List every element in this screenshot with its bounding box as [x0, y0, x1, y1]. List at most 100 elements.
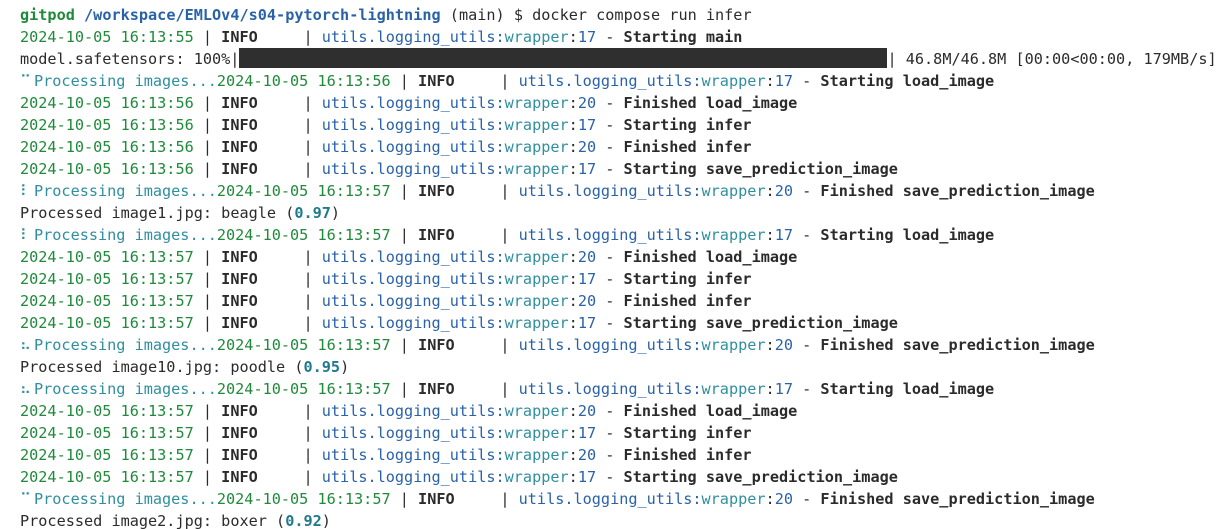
log-function: wrapper [504, 468, 569, 486]
log-module: utils.logging_utils: [321, 424, 505, 442]
log-level: INFO [221, 160, 258, 178]
log-timestamp: 2024-10-05 16:13:57 [216, 336, 391, 354]
colon: : [765, 72, 775, 90]
colon: : [568, 314, 578, 332]
log-state: Finished [820, 490, 894, 508]
colon: : [568, 248, 578, 266]
log-target: save_prediction_image [902, 182, 1095, 200]
log-function: wrapper [504, 248, 569, 266]
separator: - [596, 116, 624, 134]
result-label: poodle [230, 358, 286, 376]
log-level: INFO [221, 28, 258, 46]
log-function: wrapper [504, 424, 569, 442]
log-target: infer [705, 138, 752, 156]
log-state: Starting [623, 468, 697, 486]
result-file: image1.jpg [111, 204, 203, 222]
colon: : [765, 336, 775, 354]
colon: : [765, 380, 775, 398]
spinner-icon: ⠦ [20, 380, 32, 398]
log-lineno: 20 [774, 336, 793, 354]
colon: : [568, 270, 578, 288]
log-line: 2024-10-05 16:13:56 | INFO | utils.loggi… [20, 92, 797, 114]
log-target: load_image [705, 248, 798, 266]
download-progress-line: model.safetensors: 100%| | 46.8M/46.8M [0… [20, 48, 1217, 70]
colon: : [568, 94, 578, 112]
log-target: infer [705, 270, 752, 288]
separator: | [390, 72, 419, 90]
log-lineno: 17 [577, 116, 597, 134]
log-target: load_image [705, 94, 798, 112]
separator: | [390, 336, 419, 354]
log-line: 2024-10-05 16:13:57 | INFO | utils.loggi… [20, 400, 797, 422]
log-target: infer [705, 292, 752, 310]
separator: - [792, 490, 821, 508]
log-level: INFO [221, 424, 258, 442]
separator: | [193, 160, 222, 178]
log-module: utils.logging_utils: [518, 72, 702, 90]
log-function: wrapper [504, 292, 569, 310]
colon: : [568, 292, 578, 310]
result-line: Processed image10.jpg: poodle (0.95) [20, 356, 349, 378]
prompt-symbol: $ [513, 6, 523, 24]
log-level: INFO [418, 380, 455, 398]
log-function: wrapper [701, 182, 766, 200]
log-lineno: 17 [577, 424, 597, 442]
log-function: wrapper [701, 226, 766, 244]
log-target: save_prediction_image [902, 490, 1095, 508]
separator: - [792, 182, 821, 200]
log-state: Starting [820, 380, 894, 398]
log-state: Finished [623, 94, 697, 112]
log-module: utils.logging_utils: [321, 248, 505, 266]
log-function: wrapper [504, 270, 569, 288]
log-target: infer [705, 424, 752, 442]
paren-close: ) [330, 204, 341, 222]
terminal-window[interactable]: gitpod /workspace/EMLOv4/s04-pytorch-lig… [0, 0, 1230, 529]
spinner-icon: ⠉ [20, 490, 32, 508]
progress-log-line: ⠉ Processing images...2024-10-05 16:13:56… [20, 70, 994, 92]
log-state: Starting [820, 226, 894, 244]
log-module: utils.logging_utils: [321, 160, 505, 178]
log-line: 2024-10-05 16:13:57 | INFO | utils.loggi… [20, 422, 752, 444]
log-lineno: 20 [577, 138, 597, 156]
processing-label: Processing images... [34, 336, 217, 354]
log-module: utils.logging_utils: [321, 402, 505, 420]
separator: - [596, 248, 624, 266]
separator: | [193, 402, 222, 420]
progress-log-line: ⠉ Processing images...2024-10-05 16:13:57… [20, 488, 1095, 510]
separator: - [596, 424, 624, 442]
log-timestamp: 2024-10-05 16:13:57 [20, 424, 194, 442]
log-level: INFO [221, 468, 258, 486]
log-lineno: 17 [774, 72, 793, 90]
separator: | [257, 116, 322, 134]
paren-close: ) [340, 358, 350, 376]
log-function: wrapper [504, 116, 569, 134]
colon: : [568, 138, 578, 156]
log-lineno: 20 [577, 94, 597, 112]
separator: | [257, 138, 322, 156]
log-function: wrapper [701, 380, 766, 398]
spinner-icon: ⠇ [20, 182, 32, 200]
separator: | [454, 490, 519, 508]
colon: : [568, 468, 578, 486]
log-lineno: 20 [577, 446, 597, 464]
separator: | [257, 292, 322, 310]
log-state: Starting [623, 314, 697, 332]
separator: - [792, 72, 821, 90]
log-module: utils.logging_utils: [518, 226, 702, 244]
paren-open: ( [285, 358, 304, 376]
log-line: 2024-10-05 16:13:57 | INFO | utils.loggi… [20, 444, 752, 466]
log-timestamp: 2024-10-05 16:13:56 [20, 138, 194, 156]
log-state: Finished [623, 402, 697, 420]
progress-log-line: ⠇ Processing images...2024-10-05 16:13:57… [20, 224, 994, 246]
log-line: 2024-10-05 16:13:57 | INFO | utils.loggi… [20, 246, 797, 268]
separator: | [193, 446, 222, 464]
log-line: 2024-10-05 16:13:55 | INFO | utils.loggi… [20, 26, 742, 48]
colon: : [568, 160, 578, 178]
result-prefix: Processed [20, 204, 112, 222]
log-timestamp: 2024-10-05 16:13:57 [20, 292, 194, 310]
